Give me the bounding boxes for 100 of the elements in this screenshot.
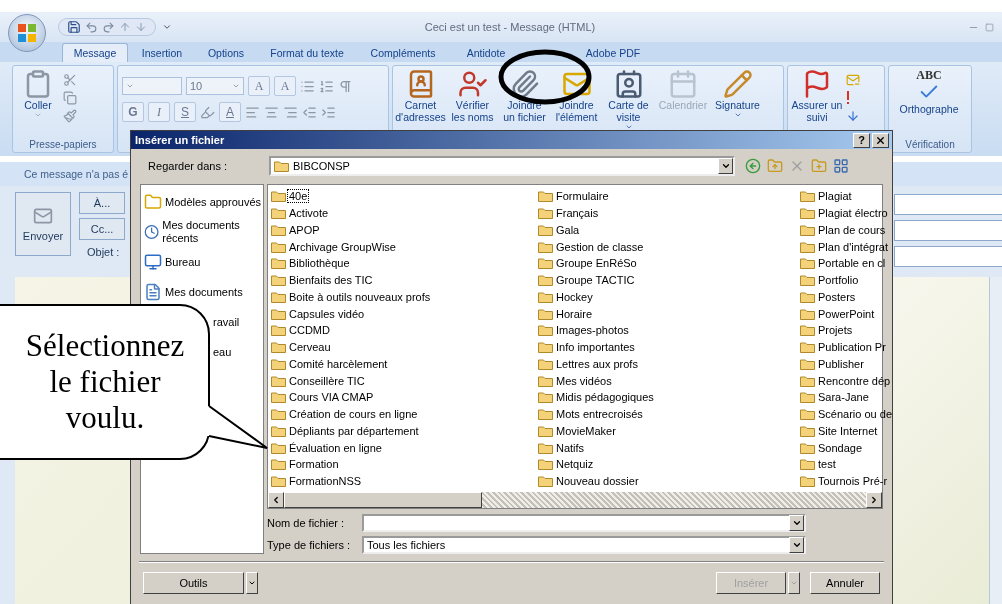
folder-item[interactable]: Activote — [271, 204, 538, 222]
envelope-icon[interactable] — [846, 73, 860, 87]
folder-item[interactable]: Plagiat — [800, 188, 893, 205]
folder-item[interactable]: Plagiat électro — [800, 204, 893, 222]
copy-icon[interactable] — [63, 91, 77, 105]
bullet-list-icon[interactable] — [300, 78, 315, 94]
folder-item[interactable]: Rencontre dép — [800, 372, 893, 389]
folder-item[interactable]: Plan de cours — [800, 221, 893, 239]
folder-item[interactable]: Cours VIA CMAP — [271, 389, 538, 406]
maximize-icon[interactable] — [985, 22, 994, 32]
ribbon-tab[interactable]: Antidote — [448, 43, 524, 62]
font-color-button[interactable]: A — [219, 102, 241, 122]
shrink-font-button[interactable]: A — [274, 76, 296, 96]
scroll-right-button[interactable] — [866, 492, 882, 508]
to-field[interactable] — [894, 194, 1002, 215]
folder-item[interactable]: Lettres aux profs — [538, 355, 800, 373]
grow-font-button[interactable]: A — [248, 76, 270, 96]
folder-item[interactable]: Posters — [800, 288, 893, 306]
folder-item[interactable]: Bienfaits des TIC — [271, 271, 538, 289]
cc-field[interactable] — [894, 220, 1002, 241]
folder-item[interactable]: Cerveau — [271, 338, 538, 356]
exclamation-icon[interactable] — [846, 91, 850, 105]
tools-button[interactable]: Outils — [143, 572, 244, 594]
folder-item[interactable]: Mes vidéos — [538, 372, 800, 389]
styles-icon[interactable] — [338, 78, 353, 94]
spelling-button[interactable]: ABC Orthographe — [892, 69, 966, 115]
folder-item[interactable]: FormationNSS — [271, 472, 538, 490]
places-item[interactable]: ravail — [213, 307, 240, 337]
follow-up-button[interactable]: Assurer un suivi — [791, 69, 843, 123]
back-icon[interactable] — [745, 158, 761, 174]
folder-item[interactable]: 40e — [271, 188, 538, 205]
look-in-dropdown[interactable]: BIBCONSP — [269, 156, 735, 176]
scrollbar-thumb[interactable] — [284, 492, 482, 508]
folder-item[interactable]: Hockey — [538, 288, 800, 306]
places-item[interactable]: Bureau — [141, 247, 263, 277]
folder-item[interactable]: Tournois Pré-r — [800, 472, 893, 490]
align-right-icon[interactable] — [283, 104, 298, 120]
folder-item[interactable]: Français — [538, 204, 800, 222]
help-button[interactable]: ? — [853, 132, 870, 148]
highlighter-icon[interactable] — [200, 104, 215, 120]
dropdown-button[interactable] — [789, 537, 804, 553]
folder-item[interactable]: Horaire — [538, 305, 800, 322]
ribbon-button[interactable]: Vérifier les noms — [448, 69, 497, 123]
save-icon[interactable] — [67, 20, 81, 34]
folder-item[interactable]: Site Internet — [800, 422, 893, 440]
vertical-scrollbar[interactable] — [989, 277, 1002, 604]
indent-decrease-icon[interactable] — [302, 104, 317, 120]
folder-item[interactable]: Portable en cl — [800, 255, 893, 272]
folder-item[interactable]: Midis pédagogiques — [538, 389, 800, 406]
ribbon-tab[interactable]: Format du texte — [256, 43, 358, 62]
folder-item[interactable]: Mots entrecroisés — [538, 405, 800, 423]
ribbon-button[interactable]: Joindre l'élément — [552, 69, 601, 123]
folder-item[interactable]: Comité harcèlement — [271, 355, 538, 373]
paste-button[interactable]: Coller — [16, 69, 60, 119]
folder-item[interactable]: Sondage — [800, 439, 893, 456]
folder-item[interactable]: Projets — [800, 322, 893, 339]
folder-item[interactable]: Nouveau dossier — [538, 472, 800, 490]
folder-item[interactable]: PowerPoint — [800, 305, 893, 322]
folder-item[interactable]: Scénario ou de — [800, 405, 893, 423]
ribbon-button[interactable]: Carte de visite — [604, 69, 653, 131]
folder-item[interactable]: Conseillère TIC — [271, 372, 538, 389]
folder-item[interactable]: Publisher — [800, 355, 893, 373]
redo-icon[interactable] — [102, 20, 115, 34]
ribbon-tab[interactable]: Insertion — [128, 43, 196, 62]
folder-item[interactable]: Publication Pr — [800, 338, 893, 356]
align-center-icon[interactable] — [264, 104, 279, 120]
folder-item[interactable]: Évaluation en ligne — [271, 439, 538, 456]
underline-button[interactable]: S — [174, 102, 196, 122]
folder-item[interactable]: Capsules vidéo — [271, 305, 538, 322]
down-arrow-icon[interactable] — [135, 21, 147, 33]
folder-item[interactable]: Info importantes — [538, 338, 800, 356]
ribbon-button[interactable]: Carnet d'adresses — [396, 69, 445, 123]
folder-item[interactable]: Groupe EnRéSo — [538, 255, 800, 272]
up-arrow-icon[interactable] — [119, 21, 131, 33]
italic-button[interactable]: I — [148, 102, 170, 122]
indent-increase-icon[interactable] — [321, 104, 336, 120]
folder-up-icon[interactable] — [767, 158, 783, 174]
ribbon-tab[interactable]: Adobe PDF — [572, 43, 654, 62]
folder-item[interactable]: Boite à outils nouveaux profs — [271, 288, 538, 306]
ribbon-tab[interactable]: Compléments — [358, 43, 448, 62]
tools-dropdown-button[interactable] — [245, 572, 258, 594]
file-type-dropdown[interactable]: Tous les fichiers — [362, 536, 806, 554]
close-button[interactable] — [872, 132, 889, 148]
folder-item[interactable]: Gestion de classe — [538, 238, 800, 255]
places-item[interactable]: eau — [213, 337, 232, 367]
folder-item[interactable]: Formulaire — [538, 188, 800, 205]
bold-button[interactable]: G — [122, 102, 144, 122]
places-item[interactable]: Mes documents — [141, 277, 263, 307]
file-name-field[interactable] — [362, 514, 806, 532]
folder-item[interactable]: Groupe TACTIC — [538, 271, 800, 289]
font-name-field[interactable] — [122, 77, 182, 95]
send-button[interactable]: Envoyer — [15, 192, 71, 256]
to-button[interactable]: À... — [79, 192, 125, 214]
folder-item[interactable]: APOP — [271, 221, 538, 239]
numbered-list-icon[interactable] — [319, 78, 334, 94]
folder-item[interactable]: Création de cours en ligne — [271, 405, 538, 423]
paintbrush-icon[interactable] — [63, 109, 77, 123]
folder-item[interactable]: test — [800, 456, 893, 473]
scroll-left-button[interactable] — [268, 492, 284, 508]
folder-item[interactable]: Plan d'intégrat — [800, 238, 893, 255]
